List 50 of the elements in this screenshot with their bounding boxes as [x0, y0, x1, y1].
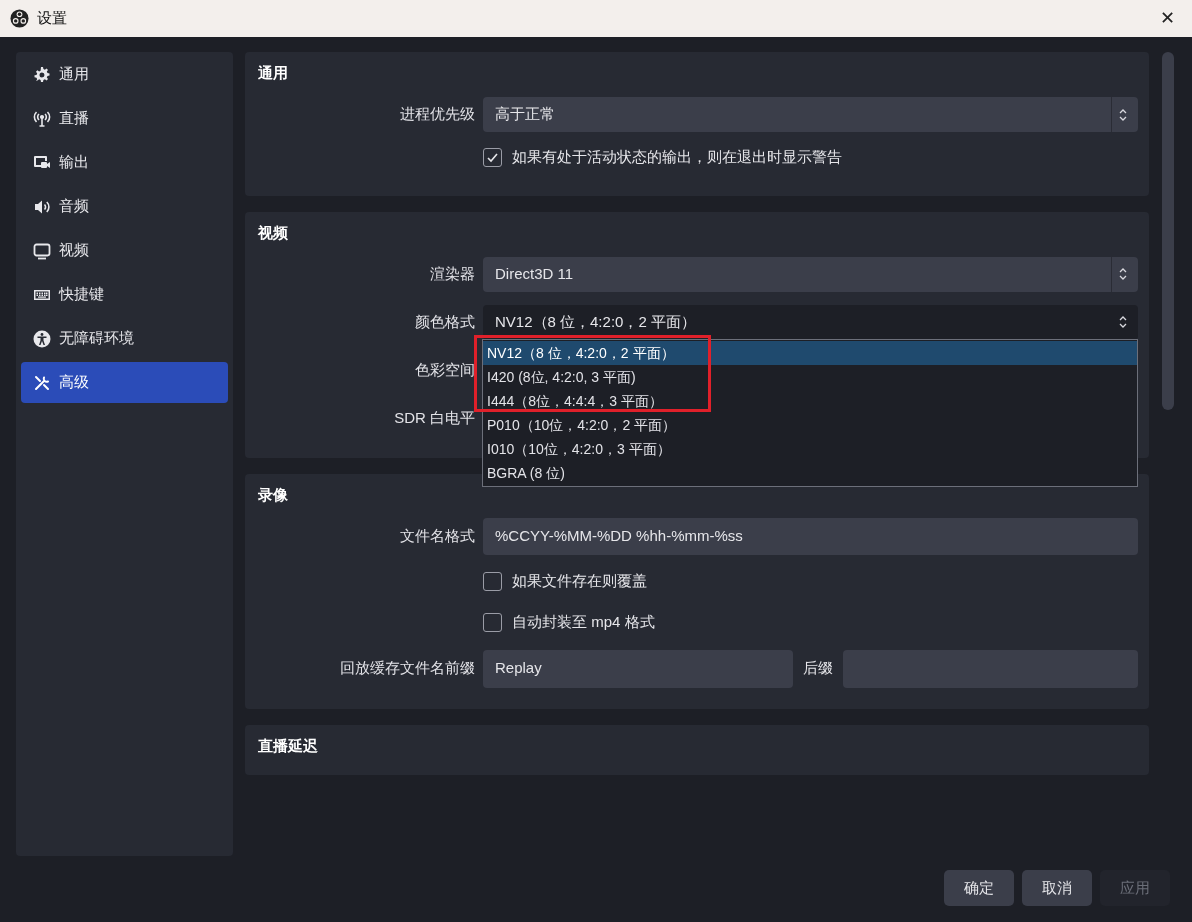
sidebar-item[interactable]: 快捷键	[21, 274, 228, 315]
window-title: 设置	[37, 8, 68, 29]
field-label: 颜色格式	[415, 311, 475, 332]
sidebar-item[interactable]: 直播	[21, 98, 228, 139]
dropdown-option[interactable]: I010（10位，4:2:0，3 平面）	[483, 437, 1137, 461]
dropdown-select[interactable]: Direct3D 11	[483, 256, 1138, 292]
dropdown-option[interactable]: I444（8位，4:4:4，3 平面）	[483, 389, 1137, 413]
sidebar-item[interactable]: 输出	[21, 142, 228, 183]
field-label: 文件名格式	[400, 526, 475, 547]
section-title: 录像	[258, 485, 289, 505]
field-label: 渲染器	[430, 263, 475, 284]
section-title: 视频	[258, 222, 289, 243]
section-title: 通用	[258, 63, 289, 83]
spinner-arrows-icon	[1118, 266, 1128, 282]
dialog-button[interactable]: 确定	[944, 870, 1014, 906]
dropdown-option[interactable]: I420 (8位, 4:2:0, 3 平面)	[483, 365, 1137, 389]
field-label: 进程优先级	[400, 104, 475, 125]
monitor-icon	[33, 241, 51, 260]
field-label: 色彩空间	[415, 359, 475, 380]
dropdown-select[interactable]: 高于正常	[483, 97, 1138, 132]
checkbox-label: 自动封装至 mp4 格式	[512, 611, 655, 632]
section-title: 直播延迟	[258, 735, 319, 756]
sidebar-item[interactable]: 高级	[21, 362, 228, 403]
sidebar-item[interactable]: 通用	[21, 54, 228, 95]
checkbox-label: 如果有处于活动状态的输出，则在退出时显示警告	[512, 146, 842, 167]
field-label: 后缀	[803, 658, 833, 679]
dropdown-option[interactable]: P010（10位，4:2:0，2 平面）	[483, 413, 1137, 437]
antenna-icon	[33, 109, 51, 128]
app-logo-icon	[10, 9, 29, 28]
spinner-arrows-icon	[1118, 314, 1128, 330]
close-button[interactable]: ✕	[1152, 3, 1182, 34]
checkbox[interactable]	[483, 147, 502, 167]
text-field[interactable]: Replay	[483, 649, 793, 688]
sidebar-item[interactable]: 音频	[21, 186, 228, 227]
sidebar-item[interactable]: 视频	[21, 230, 228, 271]
dialog-button[interactable]: 取消	[1022, 870, 1092, 906]
tools-icon	[33, 373, 51, 392]
gear-icon	[33, 65, 51, 84]
dropdown-option[interactable]: NV12（8 位，4:2:0，2 平面）	[483, 341, 1137, 365]
checkbox-label: 如果文件存在则覆盖	[512, 570, 647, 591]
sidebar-item[interactable]: 无障碍环境	[21, 318, 228, 359]
field-label: SDR 白电平	[394, 407, 475, 428]
field-label: 回放缓存文件名前缀	[340, 658, 475, 679]
scrollbar[interactable]	[1162, 52, 1174, 410]
dropdown-option[interactable]: BGRA (8 位)	[483, 461, 1137, 485]
dropdown-select[interactable]: NV12（8 位，4:2:0，2 平面）	[483, 304, 1138, 340]
checkbox[interactable]	[483, 612, 502, 632]
text-field[interactable]: %CCYY-%MM-%DD %hh-%mm-%ss	[483, 518, 1138, 555]
checkbox[interactable]	[483, 571, 502, 591]
accessibility-icon	[33, 329, 51, 348]
